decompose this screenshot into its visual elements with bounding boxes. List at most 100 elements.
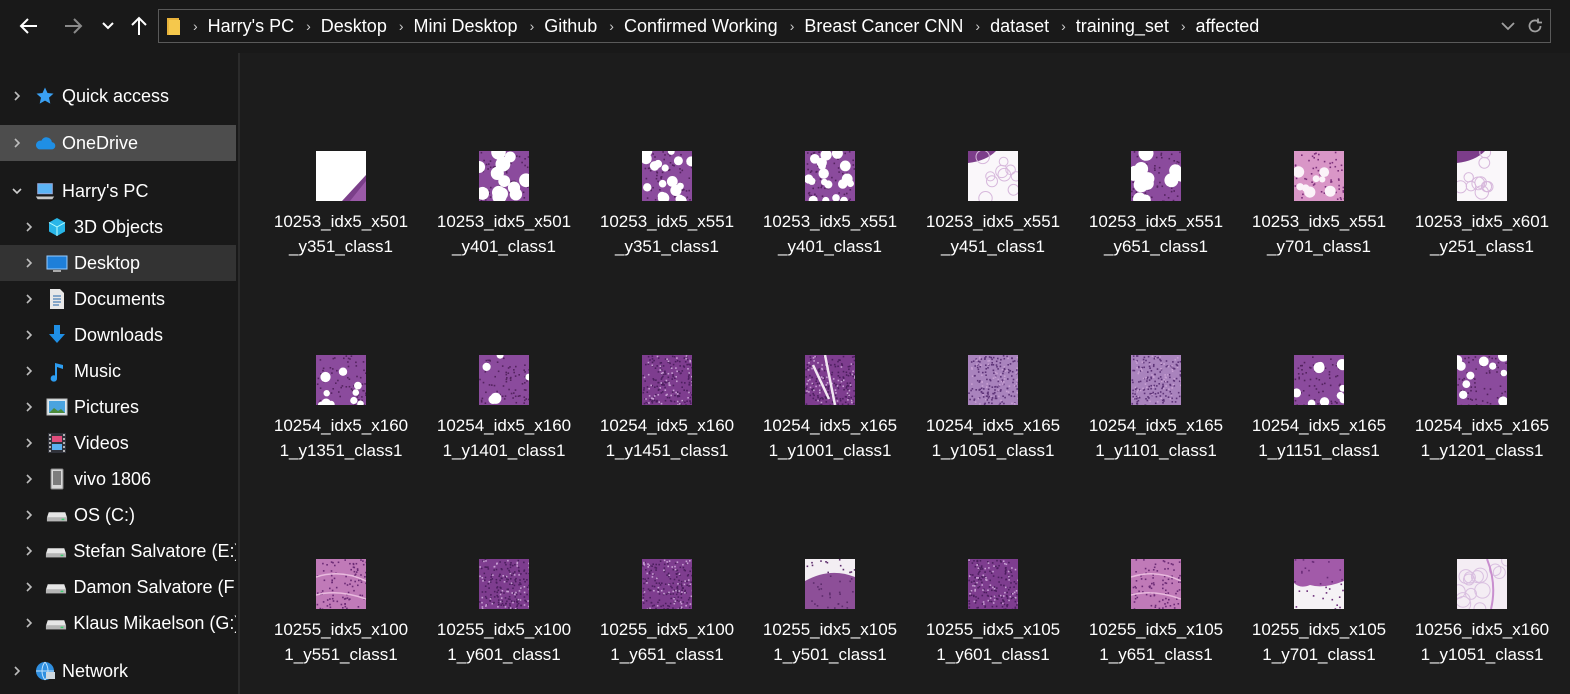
file-item[interactable]: 10254_idx5_x165 1_y1201_class1: [1407, 350, 1557, 485]
chevron-right-icon[interactable]: [22, 328, 36, 342]
breadcrumb-item[interactable]: Harry's PC: [202, 16, 302, 37]
chevron-right-icon[interactable]: [22, 292, 36, 306]
address-bar[interactable]: › Harry's PC › Desktop › Mini Desktop › Github…: [158, 9, 1551, 43]
sidebar-item-documents[interactable]: Documents: [0, 281, 236, 317]
chevron-right-icon[interactable]: [22, 472, 36, 486]
sidebar-item-pictures[interactable]: Pictures: [0, 389, 236, 425]
recent-locations-button[interactable]: [96, 8, 120, 44]
refresh-button[interactable]: [1526, 17, 1544, 35]
up-button[interactable]: [126, 8, 152, 44]
sidebar-item-network[interactable]: Network: [0, 653, 236, 689]
file-name-line-2: 1_y501_class1: [773, 645, 887, 664]
file-item[interactable]: 10255_idx5_x100 1_y651_class1: [592, 559, 742, 689]
file-item[interactable]: 10253_idx5_x551 _y651_class1: [1081, 145, 1231, 281]
chevron-right-icon[interactable]: [10, 89, 24, 103]
breadcrumb-separator[interactable]: ›: [1057, 18, 1070, 34]
file-name-line-2: _y401_class1: [452, 237, 556, 256]
file-name-line-1: 10256_idx5_x160: [1414, 620, 1550, 639]
sidebar-item-videos[interactable]: Videos: [0, 425, 236, 461]
sidebar-item-3d-objects[interactable]: 3D Objects: [0, 209, 236, 245]
file-name-line-1: 10255_idx5_x105: [925, 620, 1061, 639]
breadcrumb-item[interactable]: Mini Desktop: [408, 16, 526, 37]
chevron-right-icon[interactable]: [22, 616, 36, 630]
file-item[interactable]: 10255_idx5_x105 1_y501_class1: [755, 559, 905, 689]
file-item[interactable]: 10255_idx5_x100 1_y551_class1: [266, 559, 416, 689]
breadcrumb-separator[interactable]: ›: [971, 18, 984, 34]
sidebar-item-downloads[interactable]: Downloads: [0, 317, 236, 353]
image-thumbnail: [1131, 355, 1183, 407]
breadcrumb-separator[interactable]: ›: [302, 18, 315, 34]
file-item[interactable]: 10255_idx5_x105 1_y601_class1: [918, 559, 1068, 689]
sidebar-item-stefan-salvatore-e[interactable]: Stefan Salvatore (E:): [0, 533, 236, 569]
file-item[interactable]: 10254_idx5_x165 1_y1101_class1: [1081, 355, 1231, 485]
chevron-right-icon[interactable]: [22, 508, 36, 522]
chevron-right-icon[interactable]: [22, 580, 36, 594]
chevron-right-icon[interactable]: [10, 136, 24, 150]
file-item[interactable]: 10253_idx5_x551 _y401_class1: [755, 147, 905, 281]
file-name-line-2: 1_y551_class1: [284, 645, 398, 664]
file-item[interactable]: 10255_idx5_x105 1_y701_class1: [1244, 559, 1394, 689]
sidebar-item-desktop[interactable]: Desktop: [0, 245, 236, 281]
sidebar-item-damon-salvatore-f[interactable]: Damon Salvatore (F:: [0, 569, 236, 605]
file-name-line-2: 1_y1101_class1: [1095, 441, 1217, 460]
breadcrumb-item[interactable]: Confirmed Working: [618, 16, 786, 37]
file-item[interactable]: 10254_idx5_x165 1_y1001_class1: [755, 354, 905, 485]
image-thumbnail: [1453, 350, 1509, 407]
breadcrumb-item[interactable]: training_set: [1070, 16, 1177, 37]
breadcrumb-item[interactable]: dataset: [984, 16, 1057, 37]
file-item[interactable]: 10253_idx5_x551 _y701_class1: [1244, 151, 1394, 281]
sidebar-item-harry-s-pc[interactable]: Harry's PC: [0, 173, 236, 209]
file-name: 10254_idx5_x165 1_y1151_class1: [1244, 413, 1394, 463]
sidebar-item-os-c[interactable]: OS (C:): [0, 497, 236, 533]
file-item[interactable]: 10253_idx5_x501 _y401_class1: [429, 145, 579, 281]
breadcrumb-separator[interactable]: ›: [605, 18, 618, 34]
file-name-line-1: 10254_idx5_x160: [436, 416, 572, 435]
chevron-down-icon[interactable]: [10, 184, 24, 198]
file-item[interactable]: 10254_idx5_x160 1_y1401_class1: [429, 351, 579, 485]
breadcrumb-separator[interactable]: ›: [786, 18, 799, 34]
file-item[interactable]: 10254_idx5_x160 1_y1351_class1: [266, 355, 416, 485]
sidebar-item-vivo-1806[interactable]: vivo 1806: [0, 461, 236, 497]
file-item[interactable]: 10254_idx5_x160 1_y1451_class1: [592, 355, 742, 485]
breadcrumb-separator[interactable]: ›: [1177, 18, 1190, 34]
image-thumbnail: [804, 147, 856, 205]
chevron-right-icon[interactable]: [22, 544, 36, 558]
breadcrumb-item[interactable]: affected: [1190, 16, 1268, 37]
breadcrumb-separator[interactable]: ›: [526, 18, 539, 34]
sidebar-item-music[interactable]: Music: [0, 353, 236, 389]
breadcrumb-item[interactable]: Github: [538, 16, 605, 37]
file-item[interactable]: 10256_idx5_x160 1_y1051_class1: [1407, 554, 1557, 689]
file-item[interactable]: 10254_idx5_x165 1_y1151_class1: [1244, 355, 1394, 485]
image-thumbnail: [968, 559, 1020, 611]
file-name-line-1: 10253_idx5_x551: [599, 212, 735, 231]
file-item[interactable]: 10254_idx5_x165 1_y1051_class1: [918, 355, 1068, 485]
chevron-right-icon[interactable]: [10, 664, 24, 678]
address-dropdown-button[interactable]: [1500, 18, 1516, 34]
file-item[interactable]: 10255_idx5_x105 1_y651_class1: [1081, 559, 1231, 689]
forward-button[interactable]: [56, 8, 90, 44]
chevron-right-icon[interactable]: [22, 436, 36, 450]
file-item[interactable]: 10253_idx5_x601 _y251_class1: [1407, 146, 1557, 281]
chevron-right-icon[interactable]: [22, 220, 36, 234]
sidebar-item-label: Videos: [74, 432, 129, 453]
breadcrumb-item[interactable]: Breast Cancer CNN: [798, 16, 971, 37]
folder-icon: [159, 16, 189, 36]
chevron-right-icon[interactable]: [22, 400, 36, 414]
sidebar-item-label: Desktop: [74, 252, 141, 273]
chevron-right-icon[interactable]: [22, 256, 36, 270]
chevron-right-icon[interactable]: [22, 364, 36, 378]
breadcrumb-item[interactable]: Desktop: [315, 16, 395, 37]
file-name-line-2: _y451_class1: [941, 237, 1045, 256]
file-name-line-2: _y251_class1: [1430, 237, 1534, 256]
sidebar-item-onedrive[interactable]: OneDrive: [0, 125, 236, 161]
back-button[interactable]: [12, 8, 46, 44]
image-thumbnail: [642, 355, 694, 407]
file-item[interactable]: 10253_idx5_x551 _y451_class1: [918, 149, 1068, 281]
sidebar-item-klaus-mikaelson-g[interactable]: Klaus Mikaelson (G:): [0, 605, 236, 641]
file-item[interactable]: 10255_idx5_x100 1_y601_class1: [429, 559, 579, 689]
file-item[interactable]: 10253_idx5_x501 _y351_class1: [266, 151, 416, 281]
file-item[interactable]: 10253_idx5_x551 _y351_class1: [592, 146, 742, 281]
refresh-icon: [1528, 18, 1542, 33]
breadcrumb-separator[interactable]: ›: [395, 18, 408, 34]
sidebar-item-quick-access[interactable]: Quick access: [0, 78, 236, 114]
